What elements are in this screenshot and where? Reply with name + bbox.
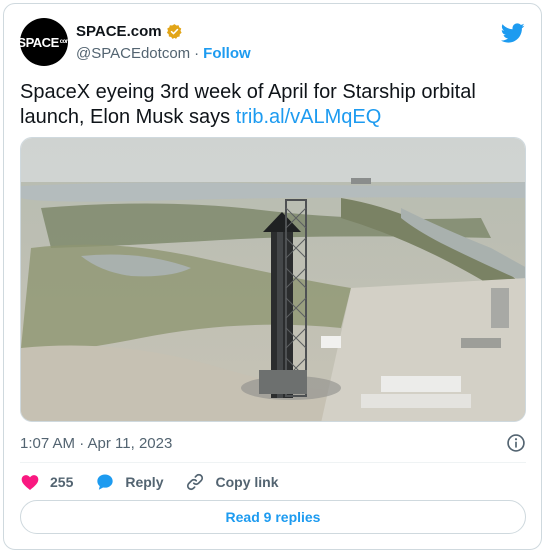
- action-bar: 255 Reply Copy link: [20, 471, 301, 493]
- tweet-link[interactable]: trib.al/vALMqEQ: [236, 106, 382, 128]
- reply-button[interactable]: Reply: [95, 472, 163, 492]
- heart-icon: [21, 475, 39, 490]
- info-icon[interactable]: [506, 433, 526, 453]
- tweet-timestamp[interactable]: 1:07 AM · Apr 11, 2023: [20, 435, 172, 452]
- author-handle[interactable]: @SPACEdotcom: [76, 45, 190, 62]
- starship-launch-photo: [21, 138, 525, 421]
- read-replies-label: Read 9 replies: [225, 509, 321, 525]
- tweet-text: SpaceX eyeing 3rd week of April for Star…: [20, 80, 520, 130]
- avatar-label: SPACE: [17, 34, 59, 50]
- divider: [20, 462, 526, 463]
- verified-badge-icon: [166, 24, 182, 39]
- author-name[interactable]: SPACE.com: [76, 23, 162, 40]
- author-name-row: SPACE.com: [76, 23, 183, 40]
- link-icon: [187, 473, 204, 491]
- avatar[interactable]: SPACE com: [17, 18, 71, 66]
- copy-link-label: Copy link: [215, 474, 279, 490]
- tweet-media-image[interactable]: [20, 137, 526, 422]
- read-replies-button[interactable]: Read 9 replies: [20, 500, 526, 534]
- separator: ·: [194, 45, 200, 62]
- reply-bubble-icon: [97, 474, 114, 490]
- tweet-card: SPACE com SPACE.com @SPACEdotcom · Follow…: [3, 3, 542, 550]
- timestamp-row: 1:07 AM · Apr 11, 2023: [20, 433, 526, 453]
- author-handle-row: @SPACEdotcom · Follow: [76, 45, 251, 62]
- copy-link-button[interactable]: Copy link: [185, 472, 279, 492]
- twitter-bird-icon[interactable]: [501, 21, 525, 45]
- like-button[interactable]: 255: [20, 472, 73, 492]
- avatar-suffix: com: [59, 39, 71, 45]
- reply-label: Reply: [125, 474, 164, 490]
- likes-count: 255: [50, 474, 74, 490]
- follow-button[interactable]: Follow: [203, 45, 251, 62]
